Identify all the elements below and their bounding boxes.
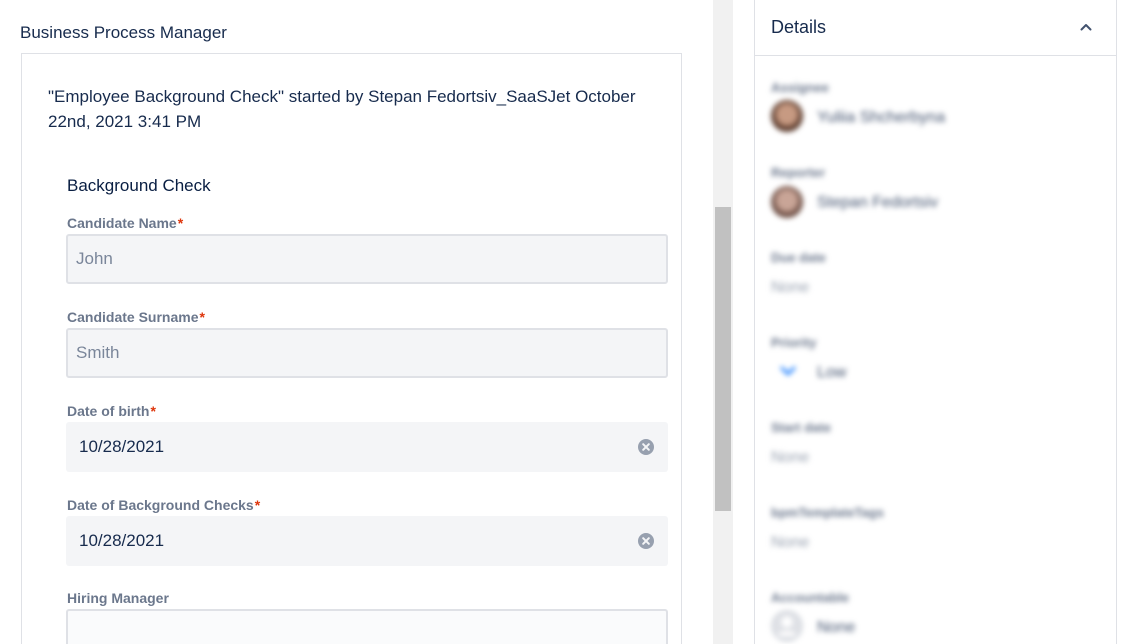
- details-title: Details: [771, 17, 827, 37]
- process-headline: "Employee Background Check" started by S…: [48, 87, 636, 131]
- assignee-name[interactable]: Yuliia Shcherbyna: [817, 109, 945, 127]
- due-date-label: Due date: [771, 250, 826, 265]
- date-of-checks-label: Date of Background Checks*: [67, 497, 261, 513]
- assignee-label: Assignee: [771, 80, 829, 95]
- date-of-checks-picker[interactable]: 10/28/2021: [66, 516, 668, 566]
- reporter-name[interactable]: Stepan Fedortsiv: [817, 194, 938, 212]
- candidate-name-input[interactable]: [66, 234, 668, 284]
- process-card: "Employee Background Check" started by S…: [21, 53, 682, 644]
- priority-label: Priority: [771, 335, 817, 350]
- chevron-down-icon: [780, 366, 796, 376]
- start-date-label: Start date: [771, 420, 831, 435]
- accountable-value[interactable]: None: [817, 619, 855, 637]
- required-marker: *: [177, 215, 184, 231]
- required-marker: *: [254, 497, 261, 513]
- date-of-birth-picker[interactable]: 10/28/2021: [66, 422, 668, 472]
- start-date-value[interactable]: None: [771, 449, 809, 467]
- details-panel: Details Assignee Yuliia Shcherbyna Repor…: [754, 0, 1117, 644]
- hiring-manager-input[interactable]: [66, 609, 668, 644]
- template-tags-value[interactable]: None: [771, 534, 809, 552]
- due-date-value[interactable]: None: [771, 279, 809, 297]
- details-header[interactable]: Details: [755, 0, 1116, 56]
- required-marker: *: [150, 403, 156, 419]
- date-of-checks-value: 10/28/2021: [79, 531, 165, 550]
- candidate-surname-input[interactable]: [66, 328, 668, 378]
- clear-circle-icon[interactable]: [638, 439, 654, 455]
- priority-value[interactable]: Low: [817, 364, 846, 382]
- date-of-birth-value: 10/28/2021: [79, 437, 165, 456]
- user-placeholder-icon: [771, 610, 803, 642]
- scrollbar-thumb[interactable]: [715, 207, 731, 511]
- reporter-label: Reporter: [771, 165, 826, 180]
- assignee-avatar[interactable]: [771, 100, 803, 132]
- required-marker: *: [199, 309, 205, 325]
- section-title: Business Process Manager: [20, 23, 227, 42]
- date-of-birth-label: Date of birth*: [67, 403, 156, 419]
- candidate-name-label: Candidate Name*: [67, 215, 184, 231]
- template-tags-label: bpmTemplateTags: [771, 505, 884, 520]
- chevron-up-icon[interactable]: [1078, 19, 1094, 35]
- candidate-surname-label: Candidate Surname*: [67, 309, 205, 325]
- clear-circle-icon[interactable]: [638, 533, 654, 549]
- reporter-avatar[interactable]: [771, 186, 803, 218]
- hiring-manager-label: Hiring Manager: [67, 590, 169, 606]
- form-title: Background Check: [67, 176, 211, 195]
- accountable-label: Accountable: [771, 590, 850, 605]
